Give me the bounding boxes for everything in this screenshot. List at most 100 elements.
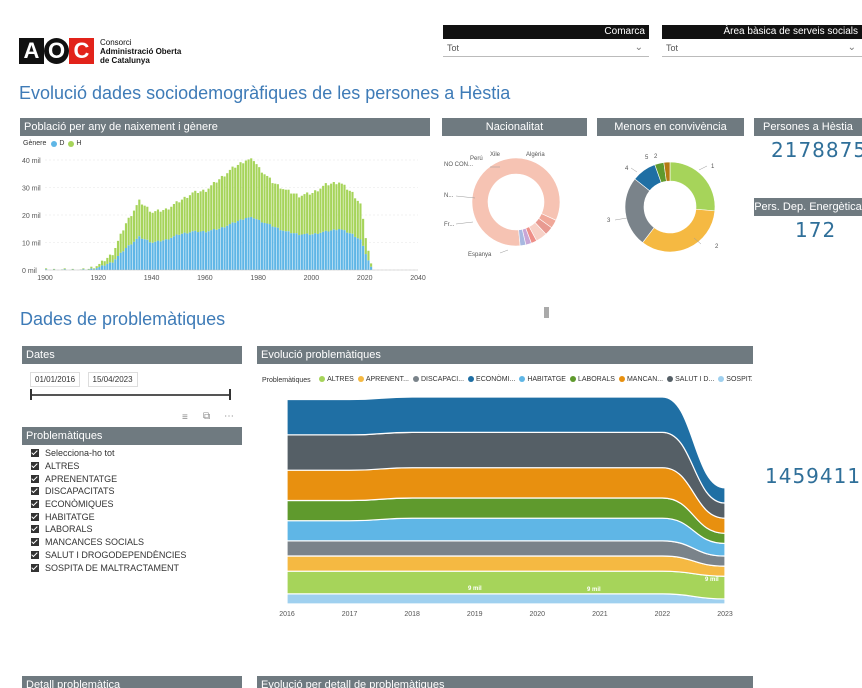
bar-h [346, 189, 349, 233]
bar-h [228, 169, 231, 225]
chevron-down-icon[interactable]: ⌄ [848, 39, 856, 57]
bar-h [322, 185, 325, 232]
bar-h [154, 211, 157, 242]
problem-option[interactable]: LABORALS [31, 523, 186, 536]
filter-icon[interactable]: ≡ [182, 412, 188, 423]
bar-h [87, 268, 90, 270]
problem-option[interactable]: HABITATGE [31, 510, 186, 523]
date-slider-start-handle[interactable] [30, 389, 32, 400]
checkbox[interactable] [31, 462, 39, 471]
bar-h [247, 159, 250, 218]
bar-h [100, 260, 104, 266]
problem-option[interactable]: Selecciona-ho tot [31, 447, 186, 460]
bar-d [207, 231, 210, 270]
bar-d [271, 226, 274, 270]
donut-slice[interactable] [642, 208, 716, 253]
more-options-icon[interactable]: ⋯ [224, 411, 234, 422]
problem-option[interactable]: ALTRES [31, 460, 186, 473]
min-label-3: 3 [607, 218, 611, 224]
bar-d [346, 232, 349, 270]
checkbox[interactable] [31, 525, 39, 534]
bar-h [303, 194, 306, 234]
bar-d [108, 262, 112, 270]
problem-option[interactable]: DISCAPACITATS [31, 485, 186, 498]
bar-h [252, 161, 255, 219]
bar-h [191, 192, 194, 232]
bar-d [116, 255, 120, 270]
nat-label-nocon: NO CON... [444, 162, 473, 168]
bar-d [316, 233, 319, 270]
bar-d [164, 239, 168, 270]
problem-option[interactable]: SALUT I DROGODEPENDÈNCIES [31, 549, 186, 562]
bar-d [180, 233, 184, 270]
x-tick-label: 1920 [90, 275, 106, 282]
bar-d [151, 242, 154, 270]
problem-option-label: DISCAPACITATS [45, 486, 115, 497]
checkbox[interactable] [31, 500, 39, 509]
bar-h [271, 183, 274, 227]
problem-option[interactable]: MANCANCES SOCIALS [31, 536, 186, 549]
evo-label-2019: 9 mil [468, 586, 482, 592]
checkbox[interactable] [31, 550, 39, 559]
problem-option[interactable]: APRENENTATGE [31, 472, 186, 485]
date-to-input[interactable]: 15/04/2023 [87, 372, 138, 387]
bar-h [52, 268, 56, 270]
bar-d [327, 231, 330, 270]
evolution-area[interactable] [286, 593, 726, 605]
y-tick-label: 10 mil [22, 241, 41, 248]
checkbox[interactable] [31, 563, 39, 572]
date-from-input[interactable]: 01/01/2016 [30, 372, 81, 387]
bar-d [260, 222, 263, 270]
problem-option-label: APRENENTATGE [45, 473, 118, 484]
comarca-slicer[interactable]: Comarca Tot ⌄ [443, 25, 649, 57]
date-slider-track[interactable] [31, 394, 231, 396]
abss-slicer[interactable]: Àrea bàsica de serveis socials Tot ⌄ [662, 25, 862, 57]
bar-d [252, 218, 255, 270]
x-tick-label: 1900 [37, 275, 53, 282]
bar-h [284, 189, 287, 232]
dep-header: Pers. Dep. Energètica [754, 198, 862, 216]
abss-dropdown[interactable]: Tot ⌄ [662, 39, 862, 57]
bar-d [303, 233, 306, 270]
min-label-2b: 2 [654, 154, 658, 160]
bar-d [247, 217, 250, 270]
legend-h: H [76, 140, 82, 147]
scroll-handle[interactable] [544, 307, 549, 318]
bar-h [90, 266, 93, 269]
page-title: Evolució dades sociodemogràfiques de les… [19, 83, 511, 103]
problem-option-label: ECONÒMIQUES [45, 499, 114, 510]
bar-d [354, 236, 357, 270]
minors-chart: 1 2 3 4 5 2 [607, 154, 719, 253]
x-tick-label: 2020 [357, 275, 373, 282]
bar-d [295, 233, 298, 270]
checkbox[interactable] [31, 487, 39, 496]
logo-line-1: Consorci [100, 38, 132, 47]
bar-d [231, 222, 234, 270]
bar-d [258, 219, 261, 270]
bar-h [45, 268, 48, 270]
checkbox[interactable] [31, 538, 39, 547]
bar-d [314, 233, 317, 270]
date-slider-end-handle[interactable] [229, 389, 231, 400]
problem-option[interactable]: ECONÒMIQUES [31, 498, 186, 511]
problem-option[interactable]: SOSPITA DE MALTRACTAMENT [31, 561, 186, 574]
bar-d [106, 263, 109, 270]
comarca-dropdown[interactable]: Tot ⌄ [443, 39, 649, 57]
checkbox[interactable] [31, 512, 39, 521]
x-tick-label: 1940 [144, 275, 160, 282]
bar-h [103, 261, 106, 266]
bar-h [330, 183, 333, 231]
nationality-chart: Perú Xile Algèria NO CON... N... Fr... E… [444, 152, 561, 258]
checkbox[interactable] [31, 449, 39, 458]
checkbox[interactable] [31, 474, 39, 483]
bar-h [338, 182, 341, 230]
nat-label-xile: Xile [490, 152, 501, 158]
bar-h [164, 208, 168, 240]
focus-mode-icon[interactable]: ⧉ [203, 411, 210, 422]
bar-h [260, 172, 263, 223]
bar-d [159, 241, 162, 270]
chevron-down-icon[interactable]: ⌄ [635, 39, 643, 57]
bar-d [127, 245, 130, 270]
donut-slice[interactable] [669, 161, 716, 212]
persones-value: 2178875 [771, 138, 862, 162]
